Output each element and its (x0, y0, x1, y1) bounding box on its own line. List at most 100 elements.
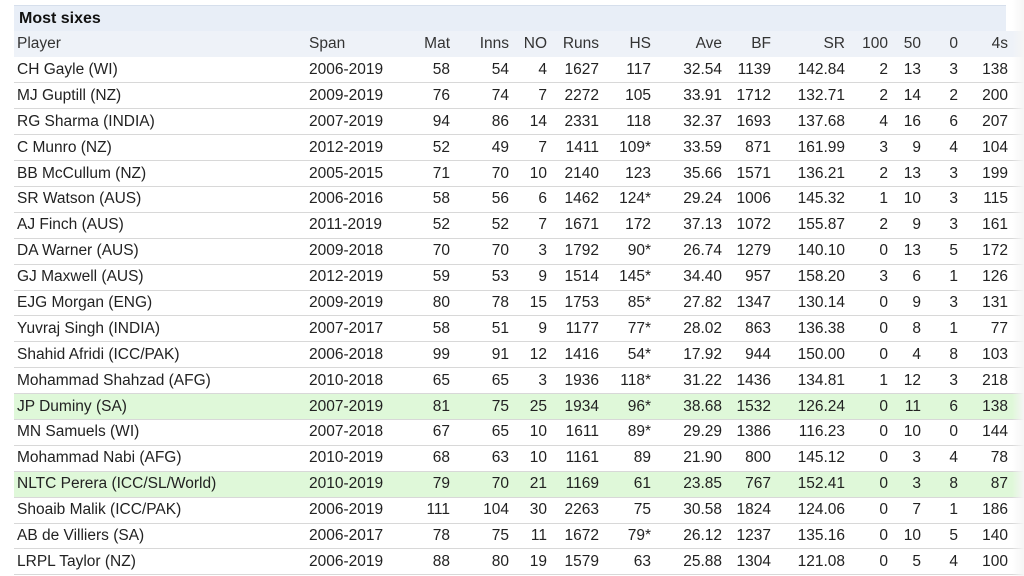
cell-50: 4 (912, 345, 921, 363)
cell-inns: 70 (491, 164, 509, 182)
table-row: JP Duminy (SA) 2007-2019 81 75 25 1934 96* 38.6… (14, 393, 1024, 420)
cell-mat: 58 (432, 319, 450, 337)
cell-span: 2006-2019 (309, 552, 384, 570)
column-header-player[interactable]: Player (14, 31, 306, 57)
cell-4s: 115 (983, 190, 1008, 208)
cell-inns: 75 (491, 526, 509, 544)
cell-span: 2005-2015 (309, 164, 384, 182)
cell-hs: 109* (619, 138, 651, 156)
cell-mat: 78 (432, 526, 450, 544)
cell-bf: 1712 (736, 86, 771, 104)
cell-bf: 1571 (736, 164, 771, 182)
column-header-no[interactable]: NO (512, 31, 550, 57)
cell-inns: 65 (491, 371, 509, 389)
cell-sr: 150.00 (797, 345, 845, 363)
cell-0: 1 (949, 319, 958, 337)
table-title: Most sixes (14, 5, 1006, 31)
column-header-50[interactable]: 50 (891, 31, 924, 57)
player-name-cell: Mohammad Shahzad (AFG) (17, 371, 211, 389)
cell-mat: 68 (432, 449, 450, 467)
cell-runs: 1934 (564, 397, 599, 415)
cell-ave: 37.13 (683, 216, 722, 234)
player-name-cell: RG Sharma (INDIA) (17, 112, 155, 130)
cell-bf: 1824 (736, 501, 771, 519)
cell-ave: 33.59 (683, 138, 722, 156)
cell-ave: 28.02 (683, 319, 722, 337)
cell-50: 13 (903, 60, 921, 78)
cell-span: 2006-2019 (309, 60, 384, 78)
cell-bf: 1693 (736, 112, 771, 130)
column-header-sr[interactable]: SR (774, 31, 848, 57)
cell-ave: 33.91 (683, 86, 722, 104)
cell-no: 11 (530, 526, 547, 544)
column-header-ave[interactable]: Ave (654, 31, 725, 57)
column-header-inns[interactable]: Inns (453, 31, 512, 57)
cell-sr: 124.06 (797, 501, 845, 519)
cell-50: 12 (903, 371, 921, 389)
player-name-cell: SR Watson (AUS) (17, 190, 142, 208)
cell-runs: 1579 (564, 552, 599, 570)
cell-100: 0 (879, 552, 888, 570)
table-row: LRPL Taylor (NZ) 2006-2019 88 80 19 1579 63 25.… (14, 549, 1024, 575)
cell-50: 5 (912, 552, 921, 570)
cell-bf: 1279 (736, 242, 771, 260)
table-row: C Munro (NZ) 2012-2019 52 49 7 1411 109* 33.59 8… (14, 135, 1024, 161)
player-name-cell: Yuvraj Singh (INDIA) (17, 319, 160, 337)
cell-hs: 124* (619, 190, 651, 208)
cell-sr: 142.84 (797, 60, 845, 78)
player-name-cell: EJG Morgan (ENG) (17, 293, 153, 311)
cell-ave: 29.24 (683, 190, 722, 208)
cell-bf: 871 (745, 138, 771, 156)
cell-4s: 144 (982, 423, 1008, 441)
column-header-100[interactable]: 100 (848, 31, 891, 57)
table-row: BB McCullum (NZ) 2005-2015 71 70 10 2140 123 35… (14, 161, 1024, 187)
cell-4s: 77 (990, 319, 1008, 337)
cell-inns: 104 (483, 501, 509, 519)
cell-sr: 145.32 (797, 190, 845, 208)
cell-4s: 138 (982, 397, 1008, 415)
cell-4s: 161 (982, 216, 1008, 234)
cell-inns: 70 (491, 475, 509, 493)
cell-0: 2 (949, 86, 958, 104)
cell-no: 12 (529, 345, 547, 363)
column-header-bf[interactable]: BF (725, 31, 774, 57)
cell-50: 7 (912, 501, 921, 519)
cell-span: 2012-2019 (309, 268, 384, 286)
cell-runs: 1936 (564, 371, 599, 389)
cell-no: 7 (538, 86, 547, 104)
table-row: Shahid Afridi (ICC/PAK) 2006-2018 99 91 12 14… (14, 342, 1024, 368)
cell-50: 9 (912, 293, 921, 311)
cell-4s: 186 (982, 501, 1008, 519)
cell-4s: 199 (982, 164, 1008, 182)
cell-sr: 137.68 (797, 112, 845, 130)
column-header-0[interactable]: 0 (924, 31, 961, 57)
cell-hs: 85* (627, 293, 651, 311)
column-header-mat[interactable]: Mat (392, 31, 453, 57)
cell-ave: 26.12 (683, 526, 722, 544)
cell-100: 0 (879, 242, 888, 260)
cell-mat: 58 (432, 60, 450, 78)
cell-100: 0 (879, 501, 888, 519)
column-header-4s[interactable]: 4s (961, 31, 1011, 57)
column-header-runs[interactable]: Runs (550, 31, 602, 57)
cell-100: 2 (879, 60, 888, 78)
cell-runs: 1671 (564, 216, 599, 234)
cell-50: 8 (912, 319, 921, 337)
cell-inns: 91 (491, 345, 509, 363)
scroll-edge (1012, 0, 1024, 576)
cell-runs: 1792 (564, 242, 599, 260)
cell-50: 6 (912, 268, 921, 286)
column-header-hs[interactable]: HS (602, 31, 654, 57)
cell-mat: 79 (432, 475, 450, 493)
table-row: MN Samuels (WI) 2007-2018 67 65 10 1611 89* 29.… (14, 419, 1024, 446)
cell-span: 2010-2018 (309, 371, 384, 389)
cell-span: 2012-2019 (309, 138, 384, 156)
cell-no: 15 (529, 293, 547, 311)
cell-bf: 1532 (736, 397, 771, 415)
player-name-cell: JP Duminy (SA) (17, 397, 127, 415)
column-header-span[interactable]: Span (306, 31, 392, 57)
cell-100: 0 (879, 397, 888, 415)
cell-4s: 140 (982, 526, 1008, 544)
cell-mat: 80 (432, 293, 450, 311)
cell-runs: 1627 (564, 60, 599, 78)
